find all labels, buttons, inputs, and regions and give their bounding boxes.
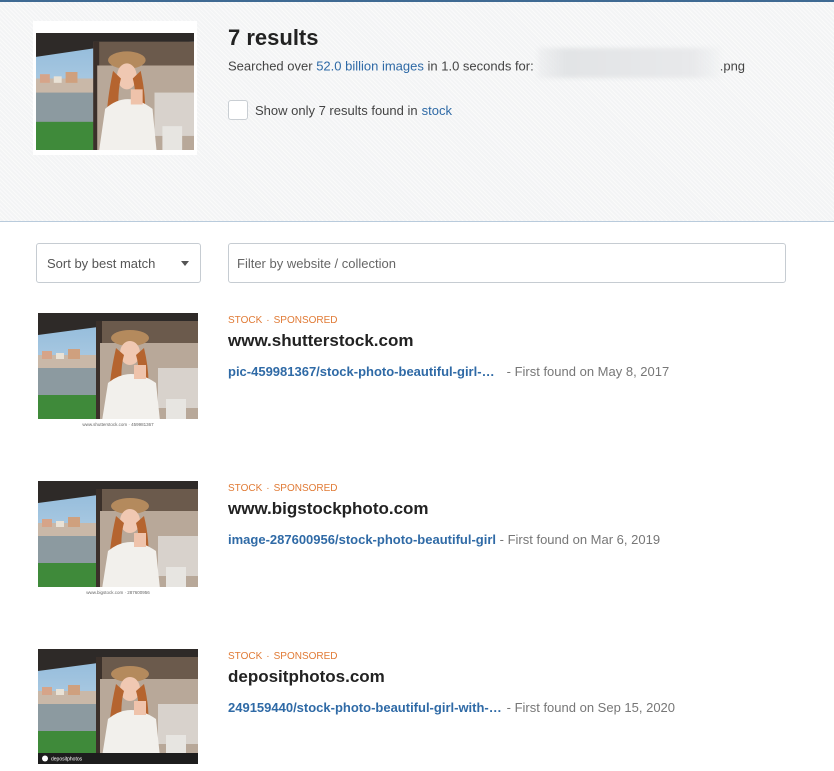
first-found-date: - First found on Sep 15, 2020 bbox=[506, 700, 676, 715]
result-photo: www.bigstock.com · 287600956 bbox=[38, 481, 198, 596]
images-count-link[interactable]: 52.0 billion images bbox=[316, 58, 424, 73]
first-found-date: - First found on May 8, 2017 bbox=[506, 364, 670, 379]
blurred-filename bbox=[537, 48, 720, 78]
result-link-line: 249159440/stock-photo-beautiful-girl-wit… bbox=[228, 700, 675, 715]
result-item: www.bigstock.com · 287600956 Stock · Spons… bbox=[0, 481, 834, 611]
query-image[interactable] bbox=[33, 21, 197, 155]
stock-filter-checkbox[interactable] bbox=[228, 100, 248, 120]
result-thumbnail[interactable]: depositphotos bbox=[38, 649, 198, 764]
tag-sponsored: Sponsored bbox=[273, 483, 338, 494]
chevron-down-icon bbox=[181, 261, 189, 266]
filename-suffix: .png bbox=[719, 58, 746, 74]
result-item: www.shutterstock.com · 459981367 Stock · S… bbox=[0, 313, 834, 443]
stock-filter-label: Show only 7 results found in bbox=[255, 102, 418, 118]
result-tags: Stock · Sponsored bbox=[228, 651, 338, 662]
result-item: depositphotos Stock · Sponsored depositpho… bbox=[0, 649, 834, 771]
stock-filter-toggle[interactable]: Show only 7 results found in stock bbox=[228, 100, 452, 120]
tag-stock: Stock bbox=[228, 483, 263, 494]
search-summary: Searched over 52.0 billion images in 1.0… bbox=[228, 48, 746, 78]
tag-stock: Stock bbox=[228, 651, 263, 662]
query-header: 7 results Searched over 52.0 billion ima… bbox=[0, 0, 834, 222]
depositphotos-logo-icon bbox=[42, 755, 48, 762]
result-link-line: image-287600956/stock-photo-beautiful-gi… bbox=[228, 532, 660, 547]
tag-sponsored: Sponsored bbox=[273, 315, 338, 326]
tag-sponsored: Sponsored bbox=[273, 651, 338, 662]
stock-filter-link[interactable]: stock bbox=[422, 103, 452, 118]
result-domain: www.bigstockphoto.com bbox=[228, 499, 429, 518]
result-photo: depositphotos bbox=[38, 649, 198, 764]
searched-prefix: Searched over bbox=[228, 58, 313, 74]
result-tags: Stock · Sponsored bbox=[228, 315, 338, 326]
watermark-text: www.bigstock.com · 287600956 bbox=[86, 590, 150, 595]
result-tags: Stock · Sponsored bbox=[228, 483, 338, 494]
filter-website-input[interactable] bbox=[228, 243, 786, 283]
first-found-date: - First found on Mar 6, 2019 bbox=[499, 532, 661, 547]
result-thumbnail[interactable]: www.shutterstock.com · 459981367 bbox=[38, 313, 198, 428]
result-domain: www.shutterstock.com bbox=[228, 331, 414, 350]
result-link[interactable]: image-287600956/stock-photo-beautiful-gi… bbox=[228, 532, 496, 547]
results-count: 7 results bbox=[228, 25, 319, 50]
searched-middle: in 1.0 seconds for: bbox=[427, 58, 534, 74]
result-link[interactable]: 249159440/stock-photo-beautiful-girl-wit… bbox=[228, 700, 503, 715]
result-thumbnail[interactable]: www.bigstock.com · 287600956 bbox=[38, 481, 198, 596]
watermark-text: www.shutterstock.com · 459981367 bbox=[82, 422, 154, 427]
watermark-text: depositphotos bbox=[51, 757, 83, 763]
result-link-line: pic-459981367/stock-photo-beautiful-girl… bbox=[228, 364, 669, 379]
sort-dropdown[interactable]: Sort by best match bbox=[36, 243, 201, 283]
result-domain: depositphotos.com bbox=[228, 667, 385, 686]
query-photo bbox=[36, 33, 194, 150]
tag-stock: Stock bbox=[228, 315, 263, 326]
sort-dropdown-label: Sort by best match bbox=[47, 256, 156, 271]
result-photo: www.shutterstock.com · 459981367 bbox=[38, 313, 198, 428]
result-link[interactable]: pic-459981367/stock-photo-beautiful-girl… bbox=[228, 364, 503, 379]
